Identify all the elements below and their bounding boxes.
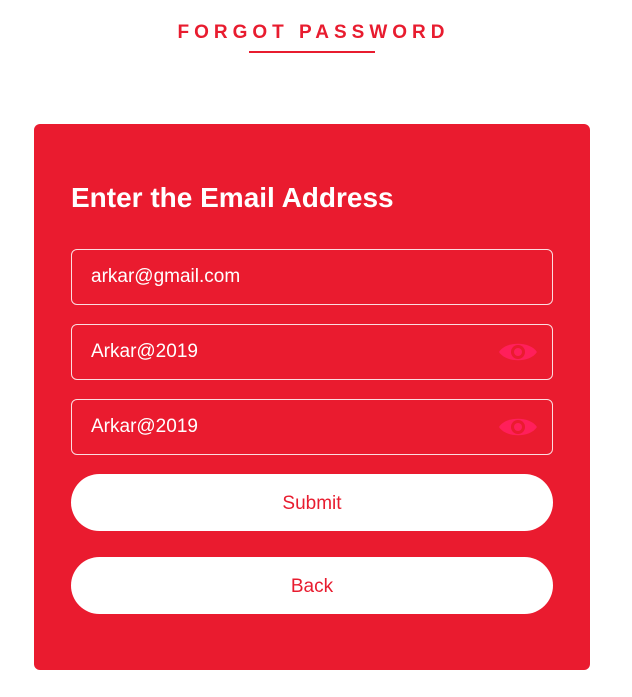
title-underline xyxy=(249,51,375,53)
card-heading: Enter the Email Address xyxy=(71,182,394,213)
confirm-password-field[interactable] xyxy=(71,399,553,455)
password-field[interactable] xyxy=(71,324,553,380)
page-title: FORGOT PASSWORD xyxy=(177,22,450,43)
email-input[interactable] xyxy=(91,250,491,304)
eye-icon[interactable] xyxy=(497,412,539,442)
email-field[interactable] xyxy=(71,249,553,305)
password-input[interactable] xyxy=(91,325,491,379)
back-button[interactable]: Back xyxy=(71,557,553,614)
submit-button[interactable]: Submit xyxy=(71,474,553,531)
forgot-password-card: Enter the Email Address Submit Back xyxy=(34,124,590,670)
confirm-password-input[interactable] xyxy=(91,400,491,454)
eye-icon[interactable] xyxy=(497,337,539,367)
